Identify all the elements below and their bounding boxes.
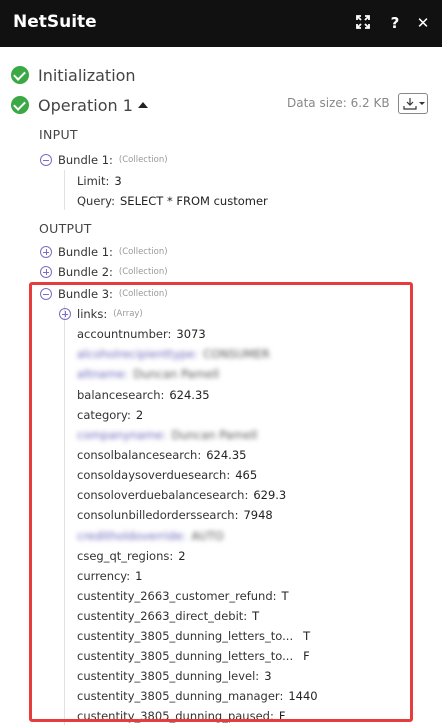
output-field: custentity_2663_direct_debit: T	[77, 609, 260, 623]
output-field: companyname: Duncan Pamell	[77, 428, 258, 442]
initialization-row[interactable]: Initialization	[11, 64, 136, 86]
output-field: consolunbilledorderssearch: 7948	[77, 508, 273, 522]
collapse-icon[interactable]	[40, 154, 52, 166]
title-bar: NetSuite ? ✕	[0, 0, 442, 47]
output-label: OUTPUT	[39, 221, 92, 236]
input-field-query: Query: SELECT * FROM customer	[77, 194, 268, 208]
output-bundle-1[interactable]: Bundle 1: (Collection)	[40, 243, 168, 261]
window-title: NetSuite	[13, 12, 97, 32]
input-bundle[interactable]: Bundle 1: (Collection)	[40, 151, 168, 169]
check-icon	[11, 66, 29, 84]
output-field: consoloverduebalancesearch: 629.3	[77, 488, 287, 502]
help-icon[interactable]: ?	[386, 14, 404, 32]
initialization-label: Initialization	[38, 65, 136, 85]
output-field: custentity_3805_dunning_letters_to... T	[77, 629, 311, 643]
output-field: custentity_2663_customer_refund: T	[77, 589, 289, 603]
input-field-limit: Limit: 3	[77, 174, 122, 188]
expand-icon[interactable]	[40, 246, 52, 258]
output-field: currency: 1	[77, 569, 143, 583]
output-field: altname: Duncan Pamell	[77, 367, 220, 381]
collapse-icon[interactable]	[40, 288, 52, 300]
check-icon	[11, 96, 29, 114]
output-field: creditholdoverride: AUTO	[77, 529, 224, 543]
output-field: cseg_qt_regions: 2	[77, 549, 186, 563]
expand-icon[interactable]	[40, 266, 52, 278]
output-bundle-2[interactable]: Bundle 2: (Collection)	[40, 263, 168, 281]
output-field: custentity_3805_dunning_level: 3	[77, 669, 272, 683]
download-icon	[403, 98, 425, 110]
operation-label: Operation 1	[38, 95, 133, 115]
download-button[interactable]	[398, 93, 428, 114]
output-field: category: 2	[77, 408, 144, 422]
output-field: custentity_3805_dunning_paused: F	[77, 709, 286, 723]
links-array[interactable]: links: (Array)	[59, 305, 143, 323]
collapse-caret-icon[interactable]	[137, 102, 148, 108]
output-field: balancesearch: 624.35	[77, 388, 210, 402]
expand-icon[interactable]	[59, 308, 71, 320]
output-bundle-3[interactable]: Bundle 3: (Collection)	[40, 285, 168, 303]
output-field: accountnumber: 3073	[77, 327, 206, 341]
output-field: custentity_3805_dunning_manager: 1440	[77, 689, 318, 703]
output-field: consoldaysoverduesearch: 465	[77, 468, 258, 482]
close-icon[interactable]: ✕	[414, 14, 432, 32]
output-field: custentity_3805_dunning_letters_to... F	[77, 649, 310, 663]
operation-row[interactable]: Operation 1	[11, 94, 148, 116]
output-field: consolbalancesearch: 624.35	[77, 448, 247, 462]
output-field: alcoholrecipienttype: CONSUMER	[77, 347, 270, 361]
input-label: INPUT	[39, 127, 78, 142]
expand-icon[interactable]	[354, 14, 372, 32]
data-size: Data size: 6.2 KB	[287, 96, 390, 110]
